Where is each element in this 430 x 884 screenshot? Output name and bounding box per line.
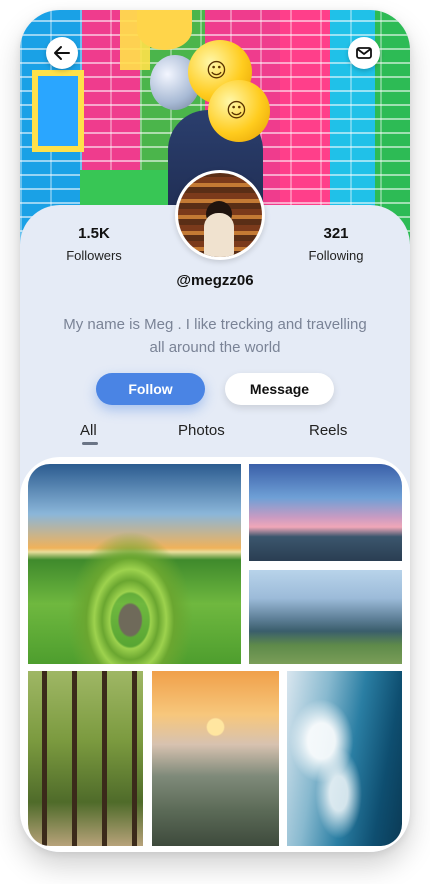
gallery-photo[interactable] xyxy=(249,570,402,664)
follow-button[interactable]: Follow xyxy=(96,373,205,405)
username: @megzz06 xyxy=(176,272,254,289)
phone-frame: ☺ ☺ 1.5K Followers 321 Following @megzz0… xyxy=(20,10,410,852)
tab-reels[interactable]: Reels xyxy=(309,422,347,439)
followers-count: 1.5K xyxy=(78,225,110,242)
content-tabs: All Photos Reels xyxy=(20,422,410,450)
gallery-photo[interactable] xyxy=(249,464,402,561)
avatar[interactable] xyxy=(175,170,265,260)
message-icon-button[interactable] xyxy=(348,37,380,69)
following-label: Following xyxy=(308,248,364,263)
emoji-balloon: ☺ xyxy=(208,80,270,142)
active-tab-indicator xyxy=(82,442,98,445)
photo-gallery xyxy=(20,457,410,852)
tab-photos[interactable]: Photos xyxy=(178,422,225,439)
gallery-photo[interactable] xyxy=(152,671,279,846)
gallery-photo[interactable] xyxy=(28,671,143,846)
avatar-decor xyxy=(204,213,234,257)
balloon xyxy=(137,10,192,50)
tab-all[interactable]: All xyxy=(80,422,97,439)
following-count: 321 xyxy=(323,225,349,242)
followers-label: Followers xyxy=(66,248,122,263)
mail-icon xyxy=(356,47,372,59)
followers-stat[interactable]: 1.5K Followers xyxy=(49,225,139,263)
gallery-photo[interactable] xyxy=(28,464,241,664)
avatar-photo xyxy=(178,173,262,257)
gallery-photo[interactable] xyxy=(287,671,402,846)
cover-decor xyxy=(32,70,84,152)
arrow-left-icon xyxy=(54,46,70,60)
message-button[interactable]: Message xyxy=(225,373,334,405)
cover-decor xyxy=(80,170,170,210)
following-stat[interactable]: 321 Following xyxy=(291,225,381,263)
bio-text: My name is Meg . I like trecking and tra… xyxy=(63,316,367,356)
back-button[interactable] xyxy=(46,37,78,69)
